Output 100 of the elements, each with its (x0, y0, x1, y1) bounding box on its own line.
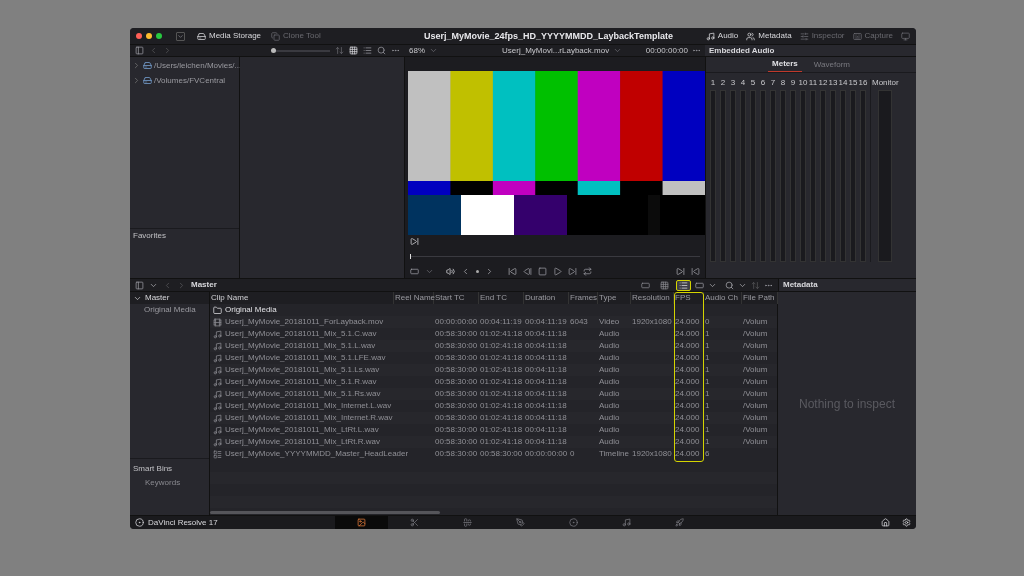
jog-right-icon[interactable] (485, 267, 494, 276)
list-view-icon[interactable] (363, 46, 372, 55)
caret-icon[interactable] (425, 267, 434, 276)
table-cell: 00:58:30:00 (435, 414, 478, 422)
minimize-window-button[interactable] (146, 33, 152, 39)
table-cell: 1 (705, 342, 710, 350)
step-back-icon[interactable] (523, 267, 532, 276)
search-icon[interactable] (377, 46, 386, 55)
table-cell: 01:02:41:18 (480, 366, 523, 374)
table-cell: 00:58:30:00 (435, 354, 478, 362)
toolbar-button[interactable]: Capture (852, 31, 893, 41)
toolbar-button[interactable]: Clone Tool (271, 31, 321, 41)
table-cell: 01:02:41:18 (480, 330, 523, 338)
toolbar-button[interactable]: Audio (705, 31, 739, 41)
keyboard-icon (852, 31, 862, 41)
table-cell: 24.000 (675, 378, 700, 386)
clip-name[interactable]: Userj_MyMovie_20181011_Mix_5.1.R.wav (225, 378, 377, 386)
toolbar-button[interactable]: Media Storage (197, 31, 262, 41)
table-cell: 24.000 (675, 450, 700, 458)
clip-name[interactable]: Userj_MyMovie_20181011_Mix_LtRt.R.wav (225, 438, 381, 446)
channel-number: 9 (790, 79, 796, 87)
caret-icon[interactable] (613, 46, 623, 55)
channel-number: 2 (720, 79, 726, 87)
table-cell: 00:04:11:18 (525, 330, 567, 338)
channel-number: 4 (740, 79, 746, 87)
clip-name[interactable]: Userj_MyMovie_20181011_Mix_Internet.L.wav (225, 402, 392, 410)
slider-thumb[interactable] (271, 48, 277, 53)
zoom-level[interactable]: 68% (409, 46, 425, 55)
monitor-label: Monitor (872, 79, 899, 87)
table-cell: 00:04:11:18 (525, 366, 567, 374)
page-tab[interactable] (335, 516, 388, 529)
smart-bin-item[interactable]: Keywords (145, 479, 181, 487)
sidebar-toggle-icon[interactable] (135, 280, 144, 290)
clip-name[interactable]: Userj_MyMovie_20181011_Mix_5.1.Ls.wav (225, 366, 380, 374)
table-cell: 1920x1080 (632, 450, 672, 458)
table-cell: /Volum (743, 390, 768, 398)
settings-icon[interactable] (902, 518, 911, 527)
table-cell: 00:58:30:00 (435, 330, 478, 338)
folder-name[interactable]: Original Media (225, 306, 277, 314)
clip-name[interactable]: Userj_MyMovie_20181011_Mix_LtRt.L.wav (225, 426, 379, 434)
more-icon[interactable] (391, 46, 400, 55)
music-note-icon (213, 413, 222, 423)
grid-view-icon[interactable] (349, 46, 358, 55)
clip-name[interactable]: Userj_MyMovie_20181011_Mix_5.1.LFE.wav (225, 354, 386, 362)
speaker-icon[interactable] (446, 267, 455, 276)
clip-name[interactable]: Userj_MyMovie_YYYYMMDD_Master_HeadLeader (225, 450, 409, 458)
horizontal-scrollbar[interactable] (210, 511, 440, 514)
skip-back-icon[interactable] (508, 267, 517, 276)
table-cell: 00:58:30:00 (435, 378, 478, 386)
table-cell: Audio (599, 366, 620, 374)
mark-out-icon[interactable] (691, 267, 700, 276)
skip-forward-icon[interactable] (568, 267, 577, 276)
table-cell: /Volum (743, 330, 768, 338)
bin-item[interactable]: Original Media (144, 304, 209, 316)
table-cell: Audio (599, 378, 620, 386)
table-cell: /Volum (743, 342, 768, 350)
music-note-icon (213, 401, 222, 411)
clip-name[interactable]: Userj_MyMovie_20181011_ForLayback.mov (225, 318, 384, 326)
mark-in-icon[interactable] (676, 267, 685, 276)
zoom-window-button[interactable] (156, 33, 162, 39)
drive-icon (143, 76, 152, 85)
workspace-menu-icon[interactable] (176, 31, 185, 41)
channel-number: 8 (780, 79, 786, 87)
clip-name[interactable]: Userj_MyMovie_20181011_Mix_5.1.C.wav (225, 330, 377, 338)
audio-tab[interactable]: Waveform (809, 57, 854, 72)
storage-location[interactable]: /Volumes/FVCentral (154, 76, 226, 85)
viewer-mode-icon[interactable] (410, 267, 419, 276)
toolbar-button[interactable]: Inspector (799, 31, 845, 41)
sidebar-toggle-icon[interactable] (135, 46, 144, 55)
viewer-clip-name: Userj_MyMovi...rLayback.mov (502, 46, 610, 55)
table-cell: 1 (705, 390, 710, 398)
monitor-icon[interactable] (901, 31, 910, 41)
table-cell: 1 (705, 402, 710, 410)
jog-left-icon[interactable] (461, 267, 470, 276)
clip-name[interactable]: Userj_MyMovie_20181011_Mix_Internet.R.wav (225, 414, 393, 422)
drive-icon (197, 31, 206, 41)
skip-icon[interactable] (410, 237, 419, 246)
caret-icon[interactable] (429, 46, 438, 55)
channel-number: 3 (730, 79, 736, 87)
music-note-icon (213, 353, 222, 363)
play-icon[interactable] (553, 267, 562, 276)
clip-name[interactable]: Userj_MyMovie_20181011_Mix_5.1.Rs.wav (225, 390, 381, 398)
stop-icon[interactable] (538, 267, 547, 276)
clip-view-icon[interactable] (695, 280, 704, 290)
audio-tab[interactable]: Meters (768, 57, 802, 72)
close-window-button[interactable] (136, 33, 142, 39)
sort-icon[interactable] (335, 46, 344, 55)
search-icon[interactable] (725, 280, 734, 290)
more-icon[interactable] (692, 46, 701, 55)
grid-view-icon (660, 280, 669, 290)
clip-name[interactable]: Userj_MyMovie_20181011_Mix_5.1.L.wav (225, 342, 376, 350)
people-icon (746, 31, 756, 41)
loop-icon[interactable] (583, 267, 592, 276)
music-note-icon (213, 425, 222, 435)
table-cell: 24.000 (675, 354, 700, 362)
toolbar-button[interactable]: Metadata (746, 31, 792, 41)
view-mode-button[interactable] (676, 279, 691, 291)
home-icon[interactable] (881, 518, 890, 527)
table-cell: 24.000 (675, 402, 700, 410)
storage-location[interactable]: /Users/leichen/Movies/... (154, 61, 242, 70)
